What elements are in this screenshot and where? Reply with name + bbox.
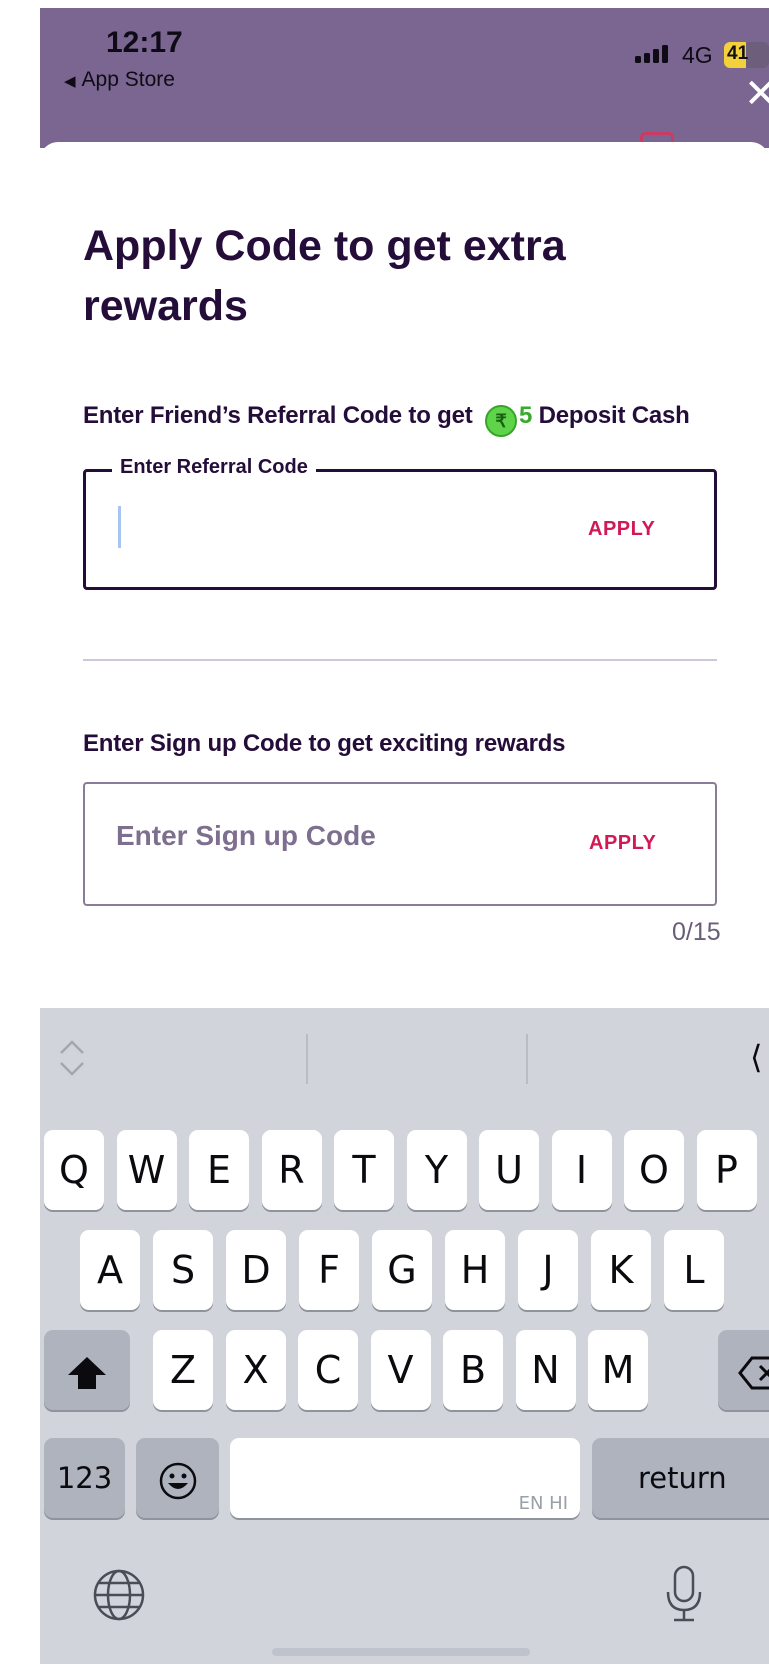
section-divider	[83, 659, 717, 661]
key-c[interactable]: C	[298, 1330, 358, 1410]
status-bar: 12:17 ◀ App Store 4G 41 ✕	[40, 8, 769, 148]
key-y[interactable]: Y	[406, 1130, 467, 1210]
close-icon[interactable]: ✕	[744, 74, 769, 114]
key-d[interactable]: D	[226, 1230, 286, 1310]
signup-char-counter: 0/15	[672, 918, 721, 946]
key-f[interactable]: F	[299, 1230, 359, 1310]
microphone-icon[interactable]	[664, 1564, 704, 1624]
referral-amount: 5	[519, 402, 533, 429]
battery-icon: 41	[724, 42, 769, 68]
referral-code-input[interactable]: APPLY	[83, 469, 717, 590]
referral-field-legend: Enter Referral Code	[112, 456, 316, 479]
back-triangle-icon: ◀	[64, 73, 76, 90]
signup-label: Enter Sign up Code to get exciting rewar…	[83, 730, 566, 757]
space-key[interactable]: EN HI	[230, 1438, 580, 1518]
keyboard: ⟨ QWERTYUIOP ASDFGHJKL ZXCVBNM 123 EN HI…	[40, 1008, 769, 1664]
key-s[interactable]: S	[153, 1230, 213, 1310]
key-r[interactable]: R	[261, 1130, 322, 1210]
app-screen: 12:17 ◀ App Store 4G 41 ✕ Apply Code to g…	[40, 8, 769, 1664]
key-j[interactable]: J	[518, 1230, 578, 1310]
home-indicator	[272, 1648, 530, 1656]
language-hint: EN HI	[518, 1493, 568, 1514]
key-k[interactable]: K	[591, 1230, 651, 1310]
key-l[interactable]: L	[664, 1230, 724, 1310]
suggestion-separator	[526, 1034, 528, 1084]
status-time: 12:17	[106, 26, 183, 59]
key-v[interactable]: V	[370, 1330, 431, 1410]
sheet-title: Apply Code to get extra rewards	[83, 222, 566, 330]
key-o[interactable]: O	[624, 1130, 684, 1210]
key-i[interactable]: I	[551, 1130, 612, 1210]
key-g[interactable]: G	[372, 1230, 432, 1310]
signup-placeholder: Enter Sign up Code	[116, 820, 376, 851]
referral-label-suffix: Deposit Cash	[538, 402, 690, 429]
referral-label-prefix: Enter Friend’s Referral Code to get	[83, 402, 473, 429]
globe-icon[interactable]	[92, 1568, 146, 1622]
suggestion-separator	[306, 1034, 308, 1084]
back-app-label: App Store	[81, 68, 175, 91]
signup-code-input[interactable]: Enter Sign up Code APPLY	[83, 782, 717, 906]
key-p[interactable]: P	[696, 1130, 757, 1210]
key-t[interactable]: T	[334, 1130, 394, 1210]
numbers-key[interactable]: 123	[44, 1438, 125, 1518]
network-type: 4G	[682, 42, 713, 68]
key-n[interactable]: N	[515, 1330, 576, 1410]
text-cursor	[118, 506, 121, 548]
shift-key[interactable]	[44, 1330, 130, 1410]
battery-level: 41	[727, 43, 749, 64]
suggestion-chevron-icon[interactable]: ⟨	[750, 1038, 762, 1076]
key-h[interactable]: H	[445, 1230, 505, 1310]
key-q[interactable]: Q	[44, 1130, 104, 1210]
signup-apply-button[interactable]: APPLY	[589, 832, 656, 855]
referral-label: Enter Friend’s Referral Code to get ₹5 D…	[83, 402, 690, 437]
key-e[interactable]: E	[189, 1130, 249, 1210]
rupee-coin-icon: ₹	[485, 405, 517, 437]
key-b[interactable]: B	[443, 1330, 503, 1410]
expand-collapse-icon[interactable]	[58, 1038, 86, 1078]
key-a[interactable]: A	[80, 1230, 140, 1310]
emoji-key[interactable]	[136, 1438, 219, 1518]
back-to-app-link[interactable]: ◀ App Store	[64, 68, 175, 92]
key-z[interactable]: Z	[153, 1330, 213, 1410]
key-w[interactable]: W	[116, 1130, 177, 1210]
backspace-key[interactable]	[718, 1330, 769, 1410]
signal-icon	[635, 45, 668, 63]
key-x[interactable]: X	[225, 1330, 286, 1410]
key-m[interactable]: M	[588, 1330, 648, 1410]
return-key[interactable]: return	[592, 1438, 769, 1518]
key-u[interactable]: U	[479, 1130, 539, 1210]
referral-apply-button[interactable]: APPLY	[588, 518, 655, 541]
